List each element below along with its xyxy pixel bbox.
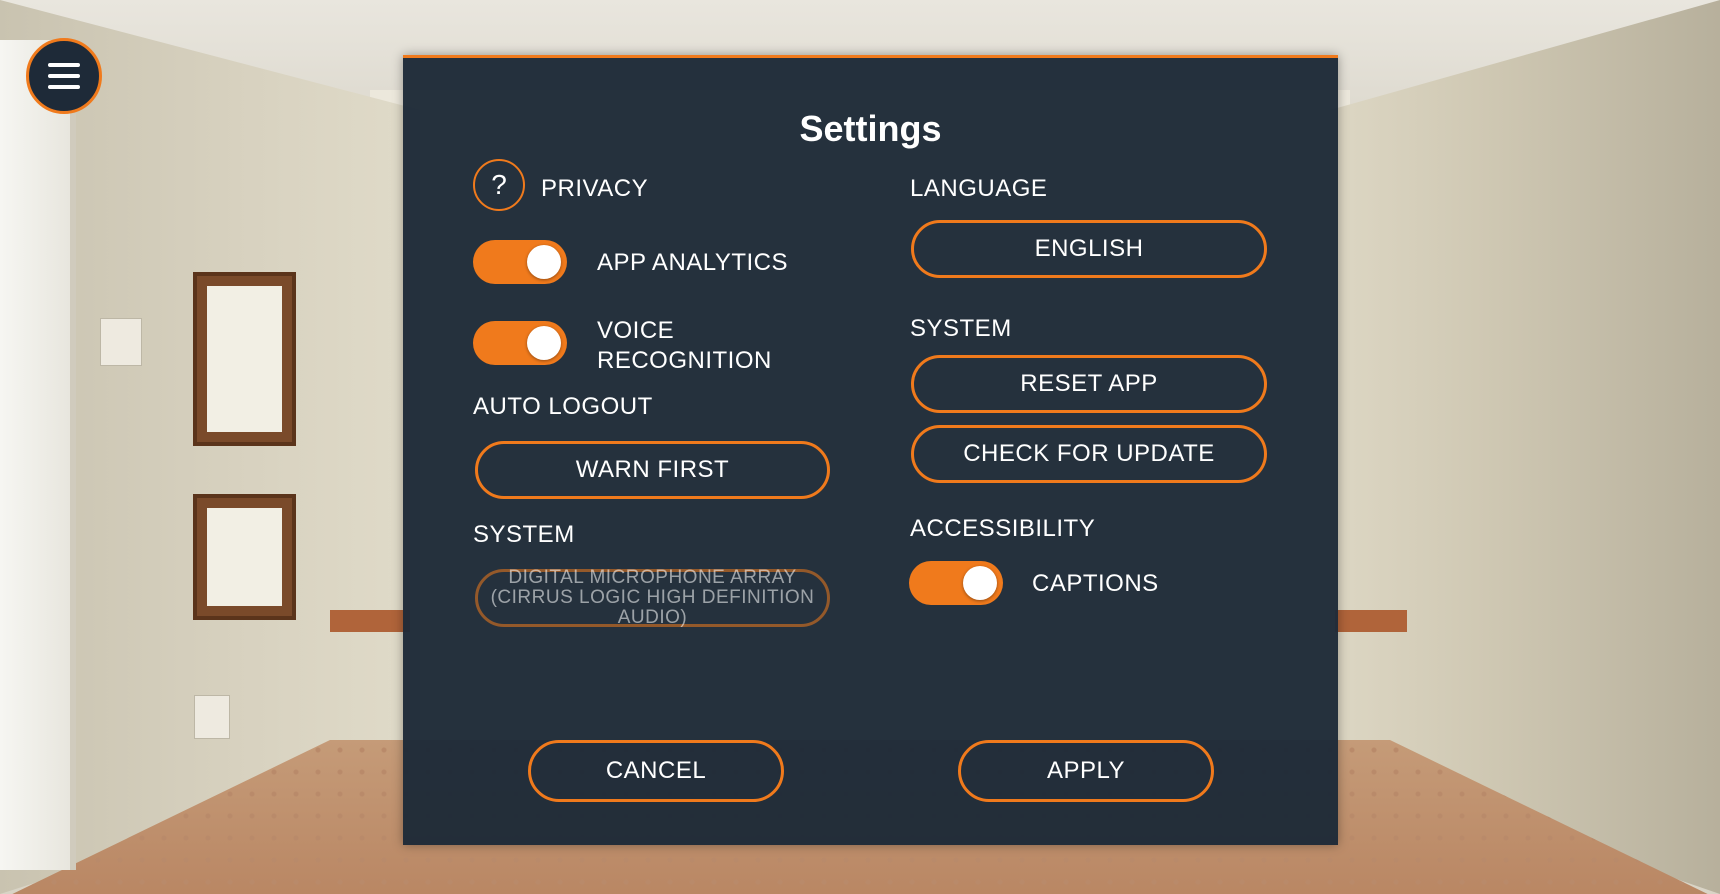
- voice-recognition-toggle[interactable]: [473, 321, 567, 365]
- bench-right: [1335, 610, 1407, 632]
- captions-label: CAPTIONS: [1032, 570, 1159, 597]
- app-analytics-toggle[interactable]: [473, 240, 567, 284]
- wall-outlet: [194, 695, 230, 739]
- toggle-knob: [527, 245, 561, 279]
- bench-left: [330, 610, 410, 632]
- hamburger-menu-icon: [48, 63, 80, 89]
- reset-app-button[interactable]: RESET APP: [911, 355, 1267, 413]
- question-mark-icon[interactable]: ?: [473, 159, 525, 211]
- microphone-select[interactable]: DIGITAL MICROPHONE ARRAY (CIRRUS LOGIC H…: [475, 568, 830, 628]
- app-analytics-label: APP ANALYTICS: [597, 249, 789, 276]
- language-select[interactable]: ENGLISH: [911, 220, 1267, 278]
- language-heading: LANGUAGE: [910, 175, 1048, 202]
- toggle-knob: [963, 566, 997, 600]
- light-switch: [100, 318, 142, 366]
- check-for-update-button[interactable]: CHECK FOR UPDATE: [911, 425, 1267, 483]
- help-glyph: ?: [491, 169, 507, 200]
- framed-certificate: [193, 494, 296, 620]
- captions-toggle[interactable]: [909, 561, 1003, 605]
- auto-logout-select[interactable]: WARN FIRST: [475, 441, 830, 499]
- apply-button[interactable]: APPLY: [958, 740, 1214, 802]
- framed-diploma: [193, 272, 296, 446]
- system-heading-left: SYSTEM: [473, 521, 575, 548]
- settings-dialog: Settings ? PRIVACY APP ANALYTICS VOICE R…: [403, 55, 1338, 845]
- accessibility-heading: ACCESSIBILITY: [910, 515, 1096, 542]
- main-menu-button[interactable]: [26, 38, 102, 114]
- window: [0, 40, 76, 870]
- system-heading-right: SYSTEM: [910, 315, 1012, 342]
- dialog-title: Settings: [799, 108, 942, 149]
- voice-recognition-label: VOICE RECOGNITION: [597, 316, 772, 376]
- auto-logout-heading: AUTO LOGOUT: [473, 393, 653, 420]
- voice-recognition-label-line2: RECOGNITION: [597, 347, 772, 374]
- voice-recognition-label-line1: VOICE: [597, 317, 675, 344]
- cancel-button[interactable]: CANCEL: [528, 740, 784, 802]
- privacy-heading: PRIVACY: [541, 175, 649, 202]
- toggle-knob: [527, 326, 561, 360]
